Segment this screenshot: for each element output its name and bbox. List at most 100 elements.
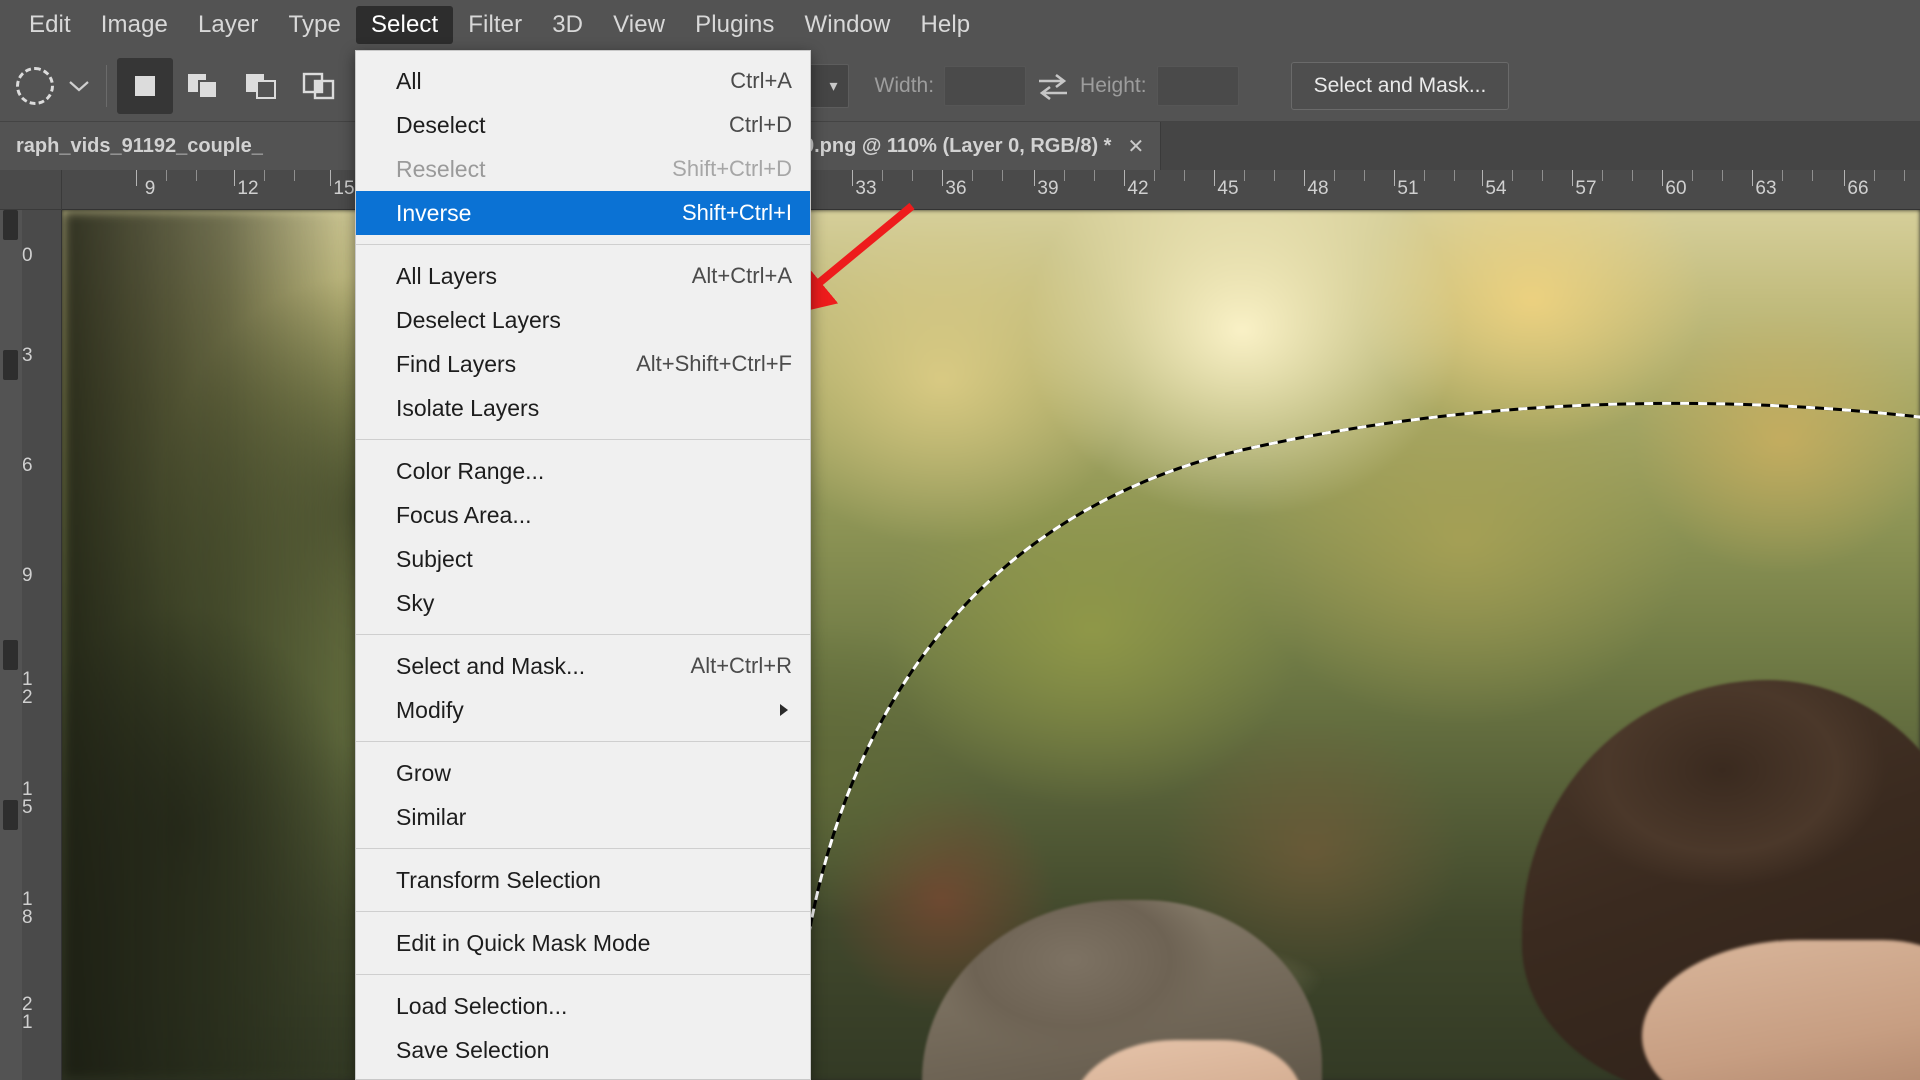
- menu-item-similar[interactable]: Similar: [356, 795, 810, 839]
- menu-item-label: Modify: [396, 696, 464, 723]
- menubar-item-label: 3D: [552, 11, 584, 38]
- ruler-label: 33: [855, 178, 877, 199]
- close-icon[interactable]: ✕: [1127, 134, 1144, 159]
- ruler-tick: [1124, 170, 1125, 186]
- menu-item-shortcut: Ctrl+D: [729, 112, 792, 137]
- menu-item-isolate-layers[interactable]: Isolate Layers: [356, 386, 810, 430]
- ruler-minor-tick: [1002, 170, 1003, 181]
- ruler-minor-tick: [264, 170, 265, 181]
- ruler-label: 18: [22, 889, 33, 928]
- menubar-item-3d[interactable]: 3D: [537, 6, 598, 44]
- ruler-label: 57: [1575, 178, 1597, 199]
- chevron-down-icon[interactable]: [62, 59, 96, 113]
- menu-item-select-and-mask[interactable]: Select and Mask... Alt+Ctrl+R: [356, 644, 810, 688]
- menu-item-label: Inverse: [396, 199, 472, 226]
- menubar-item-help[interactable]: Help: [905, 6, 985, 44]
- menu-item-transform-selection[interactable]: Transform Selection: [356, 858, 810, 902]
- rail-handle[interactable]: [3, 800, 18, 830]
- ruler-minor-tick: [196, 170, 197, 181]
- ruler-tick: [234, 170, 235, 186]
- ruler-minor-tick: [882, 170, 883, 181]
- menubar-item-view[interactable]: View: [598, 6, 680, 44]
- menu-item-deselect-layers[interactable]: Deselect Layers: [356, 298, 810, 342]
- selection-mode-group: [117, 57, 347, 114]
- menu-item-subject[interactable]: Subject: [356, 537, 810, 581]
- intersect-with-selection-button[interactable]: [291, 58, 347, 114]
- menu-separator: [356, 634, 810, 635]
- menubar-item-window[interactable]: Window: [790, 6, 906, 44]
- height-input[interactable]: [1156, 65, 1239, 106]
- menubar-item-type[interactable]: Type: [274, 6, 356, 44]
- menu-item-inverse[interactable]: Inverse Shift+Ctrl+I: [356, 191, 810, 235]
- menubar-item-plugins[interactable]: Plugins: [680, 6, 789, 44]
- menubar-item-image[interactable]: Image: [86, 6, 183, 44]
- menu-bar: Edit Image Layer Type Select Filter 3D View Plug…: [0, 0, 1920, 50]
- ruler-minor-tick: [1602, 170, 1603, 181]
- menu-item-label: Deselect: [396, 111, 486, 138]
- width-input[interactable]: [944, 65, 1027, 106]
- ruler-minor-tick: [912, 170, 913, 181]
- menu-item-label: Save Selection: [396, 1036, 550, 1063]
- add-to-selection-button[interactable]: [175, 58, 231, 114]
- menu-item-focus-area[interactable]: Focus Area...: [356, 493, 810, 537]
- ruler-minor-tick: [1094, 170, 1095, 181]
- new-selection-button[interactable]: [117, 57, 173, 114]
- document-tab-1[interactable]: raph_vids_91192_couple_: [0, 122, 400, 170]
- ruler-tick: [1662, 170, 1663, 186]
- ruler-minor-tick: [1692, 170, 1693, 181]
- canvas[interactable]: [62, 210, 1920, 1080]
- menu-item-modify[interactable]: Modify: [356, 688, 810, 732]
- menu-item-shortcut: Alt+Shift+Ctrl+F: [636, 351, 792, 376]
- select-dropdown-menu[interactable]: All Ctrl+A Deselect Ctrl+D Reselect Shift+Ctr…: [355, 50, 811, 1080]
- menubar-item-select[interactable]: Select: [355, 6, 454, 44]
- divider: [106, 64, 107, 107]
- menu-separator: [356, 974, 810, 975]
- horizontal-ruler[interactable]: 9 12 15 33 36 39 42 45 48 51 54 57 60 63 66: [62, 170, 1920, 210]
- menu-item-shortcut: Shift+Ctrl+D: [672, 156, 792, 181]
- ruler-label: 60: [1665, 178, 1687, 199]
- rail-handle[interactable]: [3, 640, 18, 670]
- ruler-label: 21: [22, 994, 33, 1033]
- menu-item-label: Isolate Layers: [396, 394, 540, 421]
- menu-item-label: All Layers: [396, 262, 497, 289]
- ruler-minor-tick: [1154, 170, 1155, 181]
- menubar-item-filter[interactable]: Filter: [453, 6, 537, 44]
- ruler-minor-tick: [1334, 170, 1335, 181]
- menubar-item-label: Help: [920, 11, 971, 38]
- menu-item-label: All: [396, 67, 422, 94]
- ruler-label: 0: [22, 245, 33, 266]
- menu-item-shortcut: Shift+Ctrl+I: [681, 200, 792, 225]
- menubar-item-edit[interactable]: Edit: [14, 6, 86, 44]
- ruler-label: 63: [1755, 178, 1777, 199]
- ruler-tick: [136, 170, 137, 186]
- menu-item-load-selection[interactable]: Load Selection...: [356, 984, 810, 1028]
- select-and-mask-button[interactable]: Select and Mask...: [1290, 61, 1510, 110]
- menubar-item-layer[interactable]: Layer: [183, 6, 274, 44]
- menu-item-sky[interactable]: Sky: [356, 581, 810, 625]
- menu-item-edit-in-quick-mask-mode[interactable]: Edit in Quick Mask Mode: [356, 921, 810, 965]
- ruler-tick: [1844, 170, 1845, 186]
- menu-separator: [356, 741, 810, 742]
- menu-item-find-layers[interactable]: Find Layers Alt+Shift+Ctrl+F: [356, 342, 810, 386]
- rail-handle[interactable]: [3, 210, 18, 240]
- elliptical-marquee-icon[interactable]: [8, 59, 62, 113]
- menu-item-grow[interactable]: Grow: [356, 751, 810, 795]
- menu-separator: [356, 911, 810, 912]
- menubar-item-label: Layer: [197, 11, 259, 38]
- swap-arrows-icon[interactable]: [1026, 59, 1080, 113]
- menu-item-shortcut: Alt+Ctrl+R: [690, 653, 792, 678]
- menubar-item-label: Edit: [29, 11, 71, 38]
- menu-item-save-selection[interactable]: Save Selection: [356, 1028, 810, 1072]
- rail-handle[interactable]: [3, 350, 18, 380]
- menu-item-color-range[interactable]: Color Range...: [356, 449, 810, 493]
- ruler-tick: [330, 170, 331, 186]
- menubar-item-label: Select: [370, 11, 439, 38]
- ruler-minor-tick: [1064, 170, 1065, 181]
- ruler-minor-tick: [1904, 170, 1905, 181]
- menu-item-label: Focus Area...: [396, 501, 532, 528]
- subtract-from-selection-button[interactable]: [233, 58, 289, 114]
- menu-item-all[interactable]: All Ctrl+A: [356, 59, 810, 103]
- menu-item-deselect[interactable]: Deselect Ctrl+D: [356, 103, 810, 147]
- menu-item-label: Sky: [396, 589, 435, 616]
- menu-item-all-layers[interactable]: All Layers Alt+Ctrl+A: [356, 254, 810, 298]
